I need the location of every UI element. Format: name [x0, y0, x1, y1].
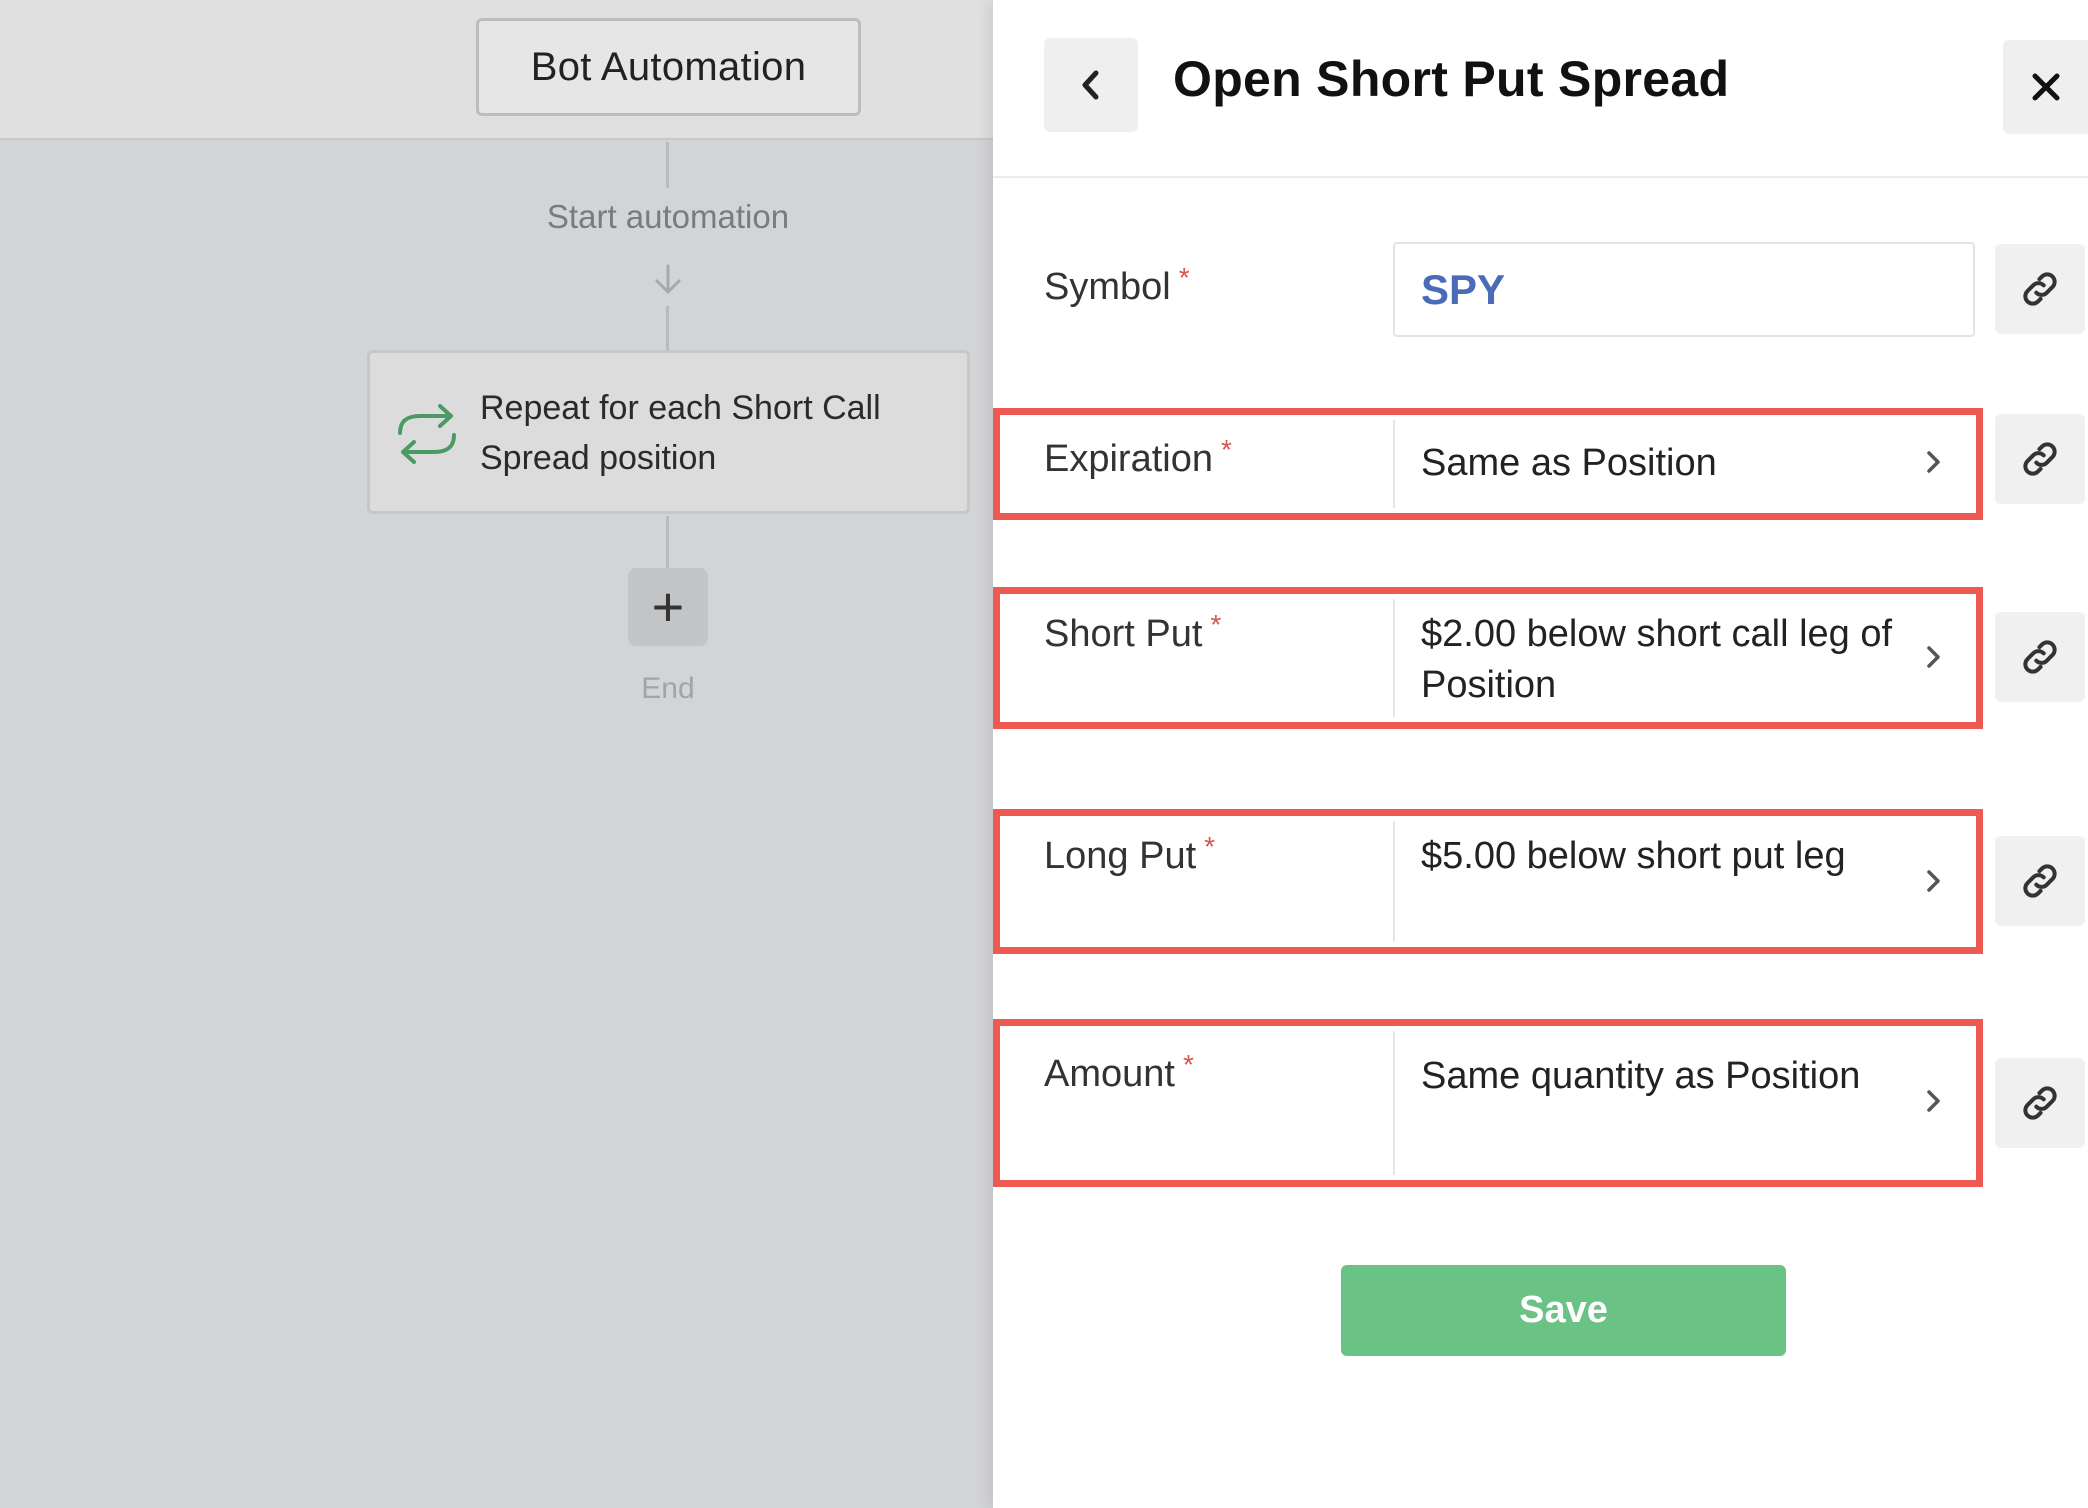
short-put-value: $2.00 below short call leg of Position	[1421, 613, 1893, 706]
expiration-row[interactable]: Expiration * Same as Position	[993, 408, 1983, 520]
field-divider	[1393, 599, 1395, 717]
chevron-right-icon	[1927, 646, 1940, 668]
save-button[interactable]: Save	[1341, 1265, 1786, 1356]
chevron-right-icon	[1927, 870, 1940, 892]
short-put-row[interactable]: Short Put * $2.00 below short call leg of…	[993, 587, 1983, 729]
expiration-link-button[interactable]	[1995, 414, 2085, 504]
start-automation-label: Start automation	[546, 198, 790, 235]
panel-header: Open Short Put Spread	[993, 0, 2088, 178]
chevron-left-icon	[1082, 70, 1099, 100]
symbol-label-text: Symbol	[1044, 266, 1171, 308]
amount-label: Amount *	[1044, 1049, 1194, 1096]
link-icon	[2023, 1086, 2057, 1120]
short-put-label-text: Short Put	[1044, 613, 1203, 655]
connector-line	[666, 142, 669, 188]
connector-line	[666, 306, 669, 350]
add-step-button[interactable]: +	[628, 568, 708, 646]
automation-canvas: Bot Automation Start automation Repeat f…	[0, 0, 993, 1508]
field-divider	[1393, 821, 1395, 942]
connector-line	[666, 516, 669, 568]
link-icon	[2023, 640, 2057, 674]
field-divider	[1393, 420, 1395, 508]
long-put-label-text: Long Put	[1044, 835, 1197, 877]
expiration-label: Expiration *	[1044, 434, 1232, 481]
chevron-right-icon	[1927, 1090, 1940, 1112]
plus-icon: +	[651, 575, 685, 638]
long-put-value: $5.00 below short put leg	[1421, 835, 1846, 877]
symbol-link-button[interactable]	[1995, 244, 2085, 334]
highlight-box	[993, 1019, 1983, 1187]
long-put-link-button[interactable]	[1995, 836, 2085, 926]
symbol-input[interactable]	[1393, 242, 1975, 337]
amount-link-button[interactable]	[1995, 1058, 2085, 1148]
expiration-label-text: Expiration	[1044, 438, 1213, 480]
canvas-header: Bot Automation	[0, 0, 993, 140]
arrow-down-icon	[655, 264, 681, 294]
required-mark: *	[1204, 831, 1216, 862]
amount-label-text: Amount	[1044, 1053, 1175, 1095]
repeat-step-card[interactable]: Repeat for each Short Call Spread positi…	[367, 350, 970, 514]
panel-title: Open Short Put Spread	[1173, 51, 1730, 107]
long-put-row[interactable]: Long Put * $5.00 below short put leg	[993, 809, 1983, 954]
amount-value: Same quantity as Position	[1421, 1055, 1861, 1097]
back-button[interactable]	[1044, 38, 1138, 132]
link-icon	[2023, 442, 2057, 476]
end-label: End	[641, 672, 695, 705]
link-icon	[2023, 864, 2057, 898]
required-mark: *	[1178, 262, 1190, 293]
repeat-icon	[398, 404, 456, 464]
action-panel: Open Short Put Spread Symbol* Expiration…	[993, 0, 2088, 1508]
required-mark: *	[1210, 609, 1222, 640]
expiration-value: Same as Position	[1421, 442, 1717, 484]
bot-automation-title[interactable]: Bot Automation	[476, 18, 861, 116]
field-divider	[1393, 1031, 1395, 1175]
amount-row[interactable]: Amount * Same quantity as Position	[993, 1019, 1983, 1187]
chevron-right-icon	[1927, 451, 1940, 473]
required-mark: *	[1220, 434, 1232, 465]
symbol-label: Symbol *	[1044, 262, 1190, 309]
link-icon	[2023, 272, 2057, 306]
repeat-step-label: Repeat for each Short Call Spread positi…	[480, 389, 881, 477]
short-put-link-button[interactable]	[1995, 612, 2085, 702]
close-icon	[2032, 73, 2059, 101]
required-mark: *	[1182, 1049, 1194, 1080]
long-put-label: Long Put *	[1044, 831, 1215, 878]
close-button[interactable]	[2003, 40, 2088, 134]
short-put-label: Short Put *	[1044, 609, 1221, 656]
